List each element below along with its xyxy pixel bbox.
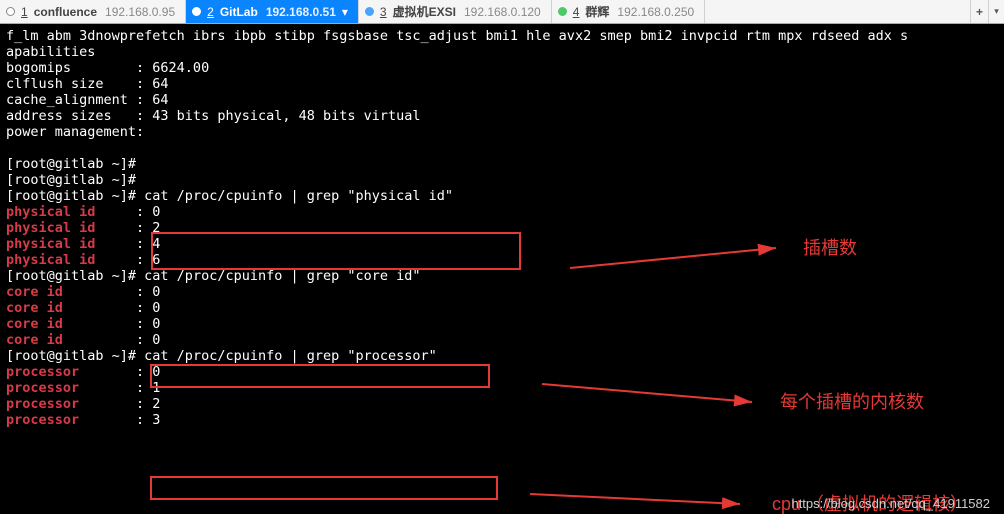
terminal-line: f_lm abm 3dnowprefetch ibrs ibpb stibp f… — [6, 28, 998, 44]
tabs-dropdown-button[interactable]: ▾ — [988, 0, 1004, 23]
chevron-down-icon[interactable]: ▾ — [342, 5, 348, 19]
tab-name: 群辉 — [585, 3, 609, 20]
highlight-box — [150, 476, 498, 500]
tab-number: 4 — [573, 5, 580, 19]
tab-address: 192.168.0.95 — [105, 5, 175, 19]
watermark-text: https://blog.csdn.net/qq_41911582 — [791, 496, 990, 512]
tab-number: 3 — [380, 5, 387, 19]
tab-address: 192.168.0.51 — [266, 5, 336, 19]
match-key: physical id — [6, 204, 95, 220]
match-key: core id — [6, 300, 63, 316]
terminal-line: apabilities — [6, 44, 998, 60]
command-text: cat /proc/cpuinfo | grep "processor" — [144, 348, 437, 364]
tab-name: GitLab — [220, 5, 258, 19]
terminal-line: [root@gitlab ~]# — [6, 156, 998, 172]
tab-gitlab[interactable]: 2 GitLab 192.168.0.51 ▾ — [186, 0, 359, 23]
terminal-line: [root@gitlab ~]# cat /proc/cpuinfo | gre… — [6, 348, 998, 364]
tab-number: 1 — [21, 5, 28, 19]
match-key: physical id — [6, 252, 95, 268]
terminal-line: processor : 0 — [6, 364, 998, 380]
terminal-line: clflush size : 64 — [6, 76, 998, 92]
tab-name: confluence — [34, 5, 97, 19]
terminal-line: power management: — [6, 124, 998, 140]
match-key: processor — [6, 396, 79, 412]
tab-number: 2 — [207, 5, 214, 19]
tab-address: 192.168.0.120 — [464, 5, 541, 19]
status-dot-icon — [365, 7, 374, 16]
terminal-line: bogomips : 6624.00 — [6, 60, 998, 76]
terminal-line: address sizes : 43 bits physical, 48 bit… — [6, 108, 998, 124]
tab-address: 192.168.0.250 — [617, 5, 694, 19]
status-dot-icon — [6, 7, 15, 16]
terminal-line: [root@gitlab ~]# cat /proc/cpuinfo | gre… — [6, 188, 998, 204]
terminal-line: processor : 3 — [6, 412, 998, 428]
terminal-line: physical id : 0 — [6, 204, 998, 220]
match-key: processor — [6, 364, 79, 380]
match-key: processor — [6, 412, 79, 428]
match-key: physical id — [6, 220, 95, 236]
match-key: core id — [6, 316, 63, 332]
status-dot-icon — [192, 7, 201, 16]
command-text: cat /proc/cpuinfo | grep "core id" — [144, 268, 420, 284]
match-key: core id — [6, 332, 63, 348]
tab-nas[interactable]: 4 群辉 192.168.0.250 — [552, 0, 705, 23]
status-dot-icon — [558, 7, 567, 16]
tab-name: 虚拟机EXSI — [393, 3, 456, 20]
terminal-line: core id : 0 — [6, 316, 998, 332]
terminal-line: [root@gitlab ~]# cat /proc/cpuinfo | gre… — [6, 268, 998, 284]
terminal-line: [root@gitlab ~]# — [6, 172, 998, 188]
tab-confluence[interactable]: 1 confluence 192.168.0.95 — [0, 0, 186, 23]
terminal-line: cache_alignment : 64 — [6, 92, 998, 108]
terminal-line: core id : 0 — [6, 332, 998, 348]
match-key: physical id — [6, 236, 95, 252]
tab-exsi[interactable]: 3 虚拟机EXSI 192.168.0.120 — [359, 0, 552, 23]
terminal-line: physical id : 2 — [6, 220, 998, 236]
match-key: processor — [6, 380, 79, 396]
terminal-line: core id : 0 — [6, 300, 998, 316]
annotation-label: 每个插槽的内核数 — [780, 394, 924, 410]
annotation-label: 插槽数 — [803, 240, 857, 256]
command-text: cat /proc/cpuinfo | grep "physical id" — [144, 188, 453, 204]
tab-bar: 1 confluence 192.168.0.95 2 GitLab 192.1… — [0, 0, 1004, 24]
terminal[interactable]: f_lm abm 3dnowprefetch ibrs ibpb stibp f… — [0, 24, 1004, 514]
terminal-line: core id : 0 — [6, 284, 998, 300]
terminal-line — [6, 140, 998, 156]
new-tab-button[interactable]: + — [970, 0, 988, 23]
tabbar-spacer — [705, 0, 970, 23]
match-key: core id — [6, 284, 63, 300]
